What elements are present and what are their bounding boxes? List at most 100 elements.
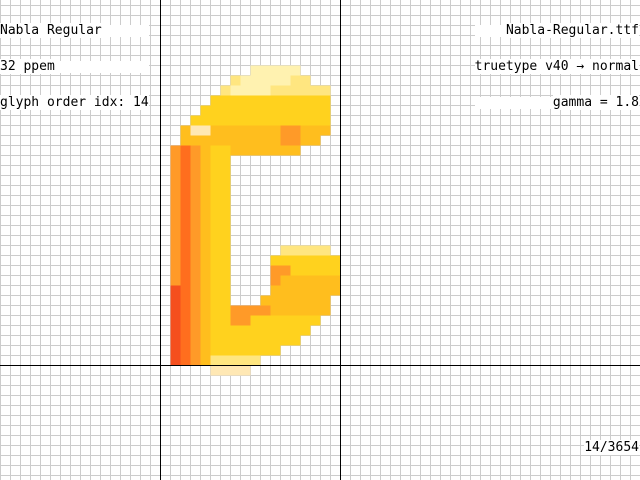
glyph-pixel: [220, 95, 231, 106]
glyph-pixel: [200, 205, 211, 216]
glyph-pixel: [180, 185, 191, 196]
glyph-pixel: [220, 115, 231, 126]
glyph-pixel: [190, 195, 201, 206]
glyph-pixel: [270, 335, 281, 346]
glyph-pixel: [170, 235, 181, 246]
glyph-pixel: [260, 305, 271, 316]
glyph-pixel: [230, 115, 241, 126]
glyph-pixel: [290, 105, 301, 116]
ppem-size: 32 ppem: [0, 59, 55, 74]
glyph-pixel: [220, 315, 231, 326]
glyph-pixel: [220, 275, 231, 286]
glyph-pixel: [230, 135, 241, 146]
glyph-pixel: [250, 335, 261, 346]
glyph-pixel: [280, 85, 291, 96]
glyph-pixel: [230, 105, 241, 116]
glyph-pixel: [200, 235, 211, 246]
glyph-pixel: [300, 135, 311, 146]
glyph-pixel: [210, 125, 221, 136]
glyph-pixel: [310, 245, 321, 256]
glyph-pixel: [200, 335, 211, 346]
glyph-pixel: [240, 305, 251, 316]
font-name: Nabla Regular: [0, 23, 102, 38]
glyph-pixel: [170, 325, 181, 336]
glyph-pixel: [320, 265, 331, 276]
glyph-pixel: [250, 135, 261, 146]
glyph-pixel: [210, 355, 221, 366]
glyph-pixel: [190, 355, 201, 366]
glyph-pixel: [290, 305, 301, 316]
glyph-pixel: [190, 335, 201, 346]
glyph-pixel: [230, 85, 241, 96]
glyph-pixel: [300, 75, 311, 86]
glyph-pixel: [210, 305, 221, 316]
glyph-pixel: [240, 115, 251, 126]
glyph-pixel: [170, 225, 181, 236]
glyph-pixel: [250, 105, 261, 116]
glyph-pixel: [210, 365, 221, 376]
glyph-pixel: [210, 235, 221, 246]
glyph-pixel: [170, 305, 181, 316]
glyph-pixel: [190, 225, 201, 236]
glyph-pixel: [220, 205, 231, 216]
glyph-pixel: [280, 295, 291, 306]
glyph-pixel: [180, 225, 191, 236]
glyph-pixel: [260, 75, 271, 86]
glyph-pixel: [300, 325, 311, 336]
glyph-pixel: [200, 135, 211, 146]
glyph-pixel: [250, 305, 261, 316]
glyph-pixel: [210, 275, 221, 286]
glyph-pixel: [250, 315, 261, 326]
glyph-pixel: [210, 145, 221, 156]
glyph-pixel: [280, 245, 291, 256]
glyph-pixel: [220, 325, 231, 336]
glyph-pixel: [170, 155, 181, 166]
glyph-pixel: [330, 285, 341, 296]
glyph-pixel: [190, 145, 201, 156]
glyph-pixel: [270, 85, 281, 96]
glyph-pixel: [210, 105, 221, 116]
glyph-pixel: [240, 365, 251, 376]
glyph-pixel: [270, 105, 281, 116]
glyph-pixel: [210, 345, 221, 356]
glyph-order-index: glyph order idx: 14: [0, 95, 149, 110]
glyph-pixel: [290, 145, 301, 156]
glyph-pixel: [290, 245, 301, 256]
glyph-pixel: [230, 145, 241, 156]
glyph-pixel: [300, 255, 311, 266]
glyph-pixel: [210, 95, 221, 106]
glyph-pixel: [170, 245, 181, 256]
glyph-pixel: [220, 215, 231, 226]
glyph-pixel: [210, 195, 221, 206]
glyph-pixel: [210, 135, 221, 146]
glyph-pixel: [170, 205, 181, 216]
glyph-pixel: [300, 105, 311, 116]
glyph-pixel: [170, 145, 181, 156]
glyph-pixel: [220, 165, 231, 176]
glyph-pixel: [200, 265, 211, 276]
glyph-pixel: [210, 155, 221, 166]
glyph-pixel: [290, 125, 301, 136]
glyph-pixel: [240, 345, 251, 356]
glyph-pixel: [210, 255, 221, 266]
glyph-pixel: [170, 175, 181, 186]
glyph-pixel: [290, 85, 301, 96]
glyph-pixel: [270, 95, 281, 106]
glyph-viewer[interactable]: Nabla Regular 32 ppem glyph order idx: 1…: [0, 0, 640, 480]
glyph-pixel: [280, 115, 291, 126]
glyph-pixel: [290, 295, 301, 306]
glyph-pixel: [230, 325, 241, 336]
glyph-pixel: [190, 305, 201, 316]
glyph-pixel: [240, 135, 251, 146]
glyph-pixel: [170, 265, 181, 276]
glyph-pixel: [240, 325, 251, 336]
glyph-pixel: [210, 115, 221, 126]
glyph-pixel: [230, 335, 241, 346]
glyph-pixel: [320, 95, 331, 106]
glyph-pixel: [280, 325, 291, 336]
glyph-pixel: [270, 345, 281, 356]
glyph-pixel: [190, 155, 201, 166]
glyph-pixel: [260, 95, 271, 106]
glyph-pixel: [200, 225, 211, 236]
glyph-pixel: [280, 255, 291, 266]
